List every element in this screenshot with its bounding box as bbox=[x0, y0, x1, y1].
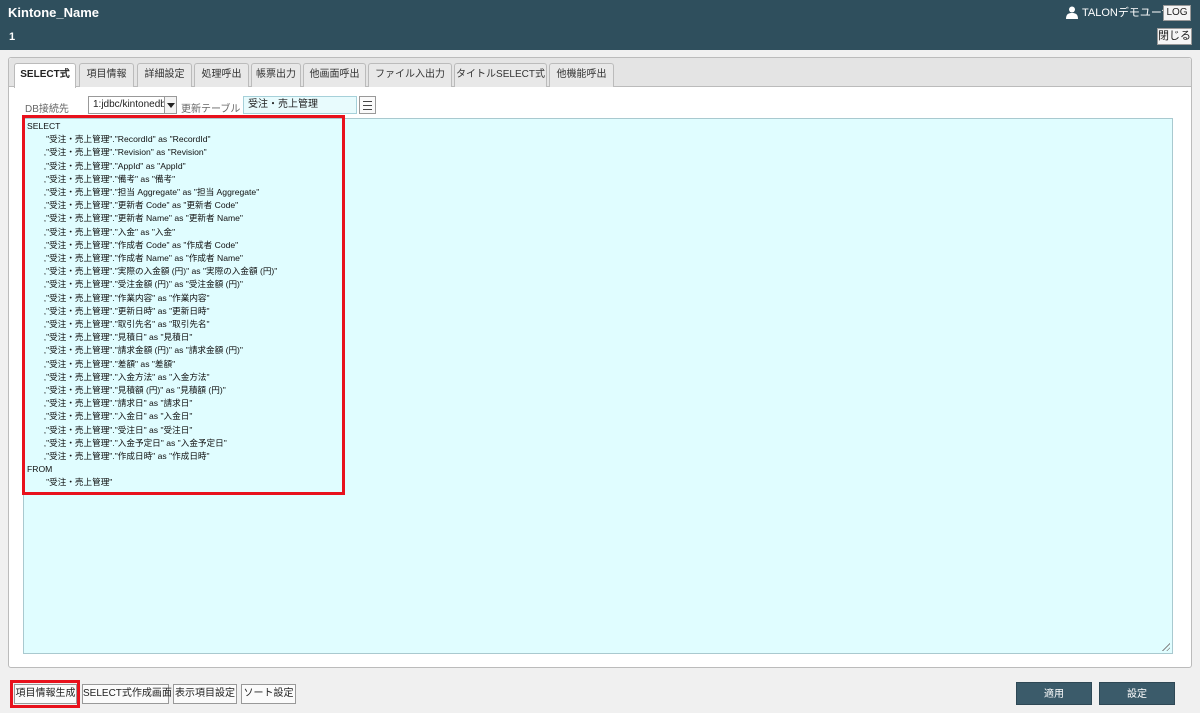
tab-select-expression[interactable]: SELECT式 bbox=[14, 63, 76, 88]
update-table-label: 更新テーブル bbox=[181, 104, 241, 115]
chevron-down-icon[interactable] bbox=[164, 97, 176, 113]
tab-file-io[interactable]: ファイル入出力 bbox=[368, 63, 452, 87]
sql-line: ,"受注・売上管理"."更新日時" as "更新日時" bbox=[27, 305, 210, 316]
app-title: Kintone_Name bbox=[8, 5, 100, 20]
sql-line: ,"受注・売上管理"."請求金額 (円)" as "請求金額 (円)" bbox=[27, 345, 243, 356]
sql-line: ,"受注・売上管理"."入金日" as "入金日" bbox=[27, 411, 193, 422]
sql-line: ,"受注・売上管理"."作業内容" as "作業内容" bbox=[27, 292, 210, 303]
display-items-button[interactable]: 表示項目設定 bbox=[173, 684, 237, 704]
list-icon[interactable] bbox=[359, 96, 376, 114]
db-connection-label: DB接続先 bbox=[25, 104, 69, 115]
sql-line: ,"受注・売上管理"."実際の入金額 (円)" as "実際の入金額 (円)" bbox=[27, 266, 278, 277]
sql-line: "受注・売上管理" bbox=[27, 477, 113, 488]
tab-other-screen-call[interactable]: 他画面呼出 bbox=[303, 63, 366, 87]
sql-line: ,"受注・売上管理"."作成者 Code" as "作成者 Code" bbox=[27, 239, 239, 250]
resize-grip-icon[interactable] bbox=[1161, 642, 1170, 651]
apply-button[interactable]: 適用 bbox=[1016, 682, 1092, 705]
sql-line: ,"受注・売上管理"."入金方法" as "入金方法" bbox=[27, 371, 210, 382]
sql-line: ,"受注・売上管理"."作成者 Name" as "作成者 Name" bbox=[27, 253, 243, 264]
sql-line: "受注・売上管理"."RecordId" as "RecordId" bbox=[27, 134, 211, 145]
user-icon bbox=[1066, 6, 1078, 19]
app-subtitle: 1 bbox=[9, 31, 16, 43]
user-info: TALONデモユーザ bbox=[1066, 4, 1173, 20]
sql-line: ,"受注・売上管理"."入金" as "入金" bbox=[27, 226, 176, 237]
settings-button[interactable]: 設定 bbox=[1099, 682, 1175, 705]
sql-line: ,"受注・売上管理"."請求日" as "請求日" bbox=[27, 398, 193, 409]
tab-item-info[interactable]: 項目情報 bbox=[79, 63, 134, 87]
sql-line: ,"受注・売上管理"."受注日" as "受注日" bbox=[27, 424, 193, 435]
log-button[interactable]: LOG bbox=[1163, 5, 1191, 21]
sql-line: ,"受注・売上管理"."更新者 Name" as "更新者 Name" bbox=[27, 213, 243, 224]
sql-line: ,"受注・売上管理"."AppId" as "AppId" bbox=[27, 160, 186, 171]
db-connection-select[interactable]: 1:jdbc/kintonedb bbox=[88, 96, 177, 114]
generate-item-info-button[interactable]: 項目情報生成 bbox=[14, 684, 77, 704]
sql-line: ,"受注・売上管理"."見積額 (円)" as "見積額 (円)" bbox=[27, 385, 226, 396]
sql-line: ,"受注・売上管理"."作成日時" as "作成日時" bbox=[27, 451, 210, 462]
sql-line: ,"受注・売上管理"."更新者 Code" as "更新者 Code" bbox=[27, 200, 239, 211]
tab-detail-settings[interactable]: 詳細設定 bbox=[137, 63, 192, 87]
select-screen-button[interactable]: SELECT式作成画面 bbox=[82, 684, 172, 704]
tab-bar: SELECT式 項目情報 詳細設定 処理呼出 帳票出力 他画面呼出 ファイル入出… bbox=[9, 58, 1191, 88]
update-table-field[interactable]: 受注・売上管理 bbox=[243, 96, 357, 114]
sql-line: FROM bbox=[27, 464, 53, 475]
sql-line: ,"受注・売上管理"."担当 Aggregate" as "担当 Aggrega… bbox=[27, 187, 260, 198]
tab-other-function-call[interactable]: 他機能呼出 bbox=[549, 63, 614, 87]
sql-text: SELECT "受注・売上管理"."RecordId" as "RecordId… bbox=[27, 120, 277, 490]
sql-line: ,"受注・売上管理"."差額" as "差額" bbox=[27, 358, 176, 369]
app-header: Kintone_Name 1 TALONデモユーザ LOG 閉じる bbox=[0, 0, 1200, 50]
db-connection-value: 1:jdbc/kintonedb bbox=[93, 99, 166, 110]
sort-settings-button[interactable]: ソート設定 bbox=[241, 684, 296, 704]
sql-line: ,"受注・売上管理"."Revision" as "Revision" bbox=[27, 147, 207, 158]
sql-line: SELECT bbox=[27, 121, 61, 131]
tab-title-select[interactable]: タイトルSELECT式 bbox=[454, 63, 547, 87]
sql-line: ,"受注・売上管理"."入金予定日" as "入金予定日" bbox=[27, 437, 227, 448]
sql-line: ,"受注・売上管理"."受注金額 (円)" as "受注金額 (円)" bbox=[27, 279, 243, 290]
sql-editor[interactable]: SELECT "受注・売上管理"."RecordId" as "RecordId… bbox=[23, 118, 1173, 654]
sql-line: ,"受注・売上管理"."備考" as "備考" bbox=[27, 173, 176, 184]
tab-process-call[interactable]: 処理呼出 bbox=[194, 63, 249, 87]
main-panel: SELECT式 項目情報 詳細設定 処理呼出 帳票出力 他画面呼出 ファイル入出… bbox=[8, 57, 1192, 668]
sql-line: ,"受注・売上管理"."見積日" as "見積日" bbox=[27, 332, 193, 343]
user-name: TALONデモユーザ bbox=[1082, 7, 1173, 19]
tab-report-output[interactable]: 帳票出力 bbox=[251, 63, 301, 87]
close-button[interactable]: 閉じる bbox=[1157, 28, 1192, 45]
sql-line: ,"受注・売上管理"."取引先名" as "取引先名" bbox=[27, 319, 210, 330]
